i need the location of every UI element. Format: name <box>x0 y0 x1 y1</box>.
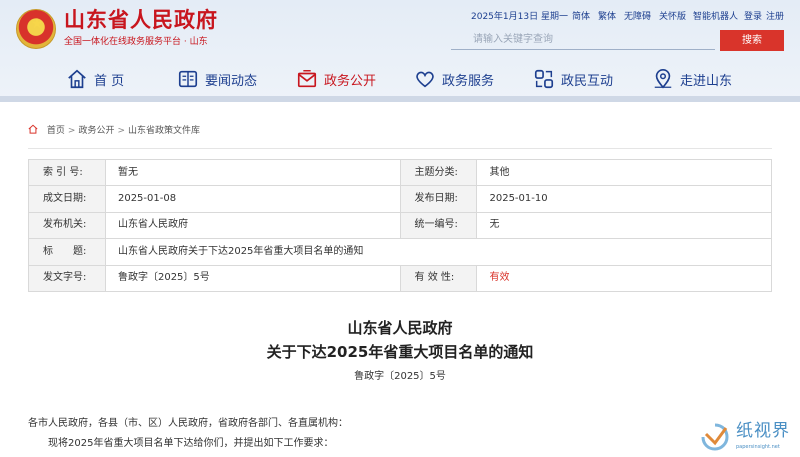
breadcrumb-home[interactable]: 首页 <box>47 126 65 136</box>
top-links: 2025年1月13日 星期一 简体 繁体 无障碍 关怀版 智能机器人 登录 注册 <box>0 0 800 30</box>
link-login[interactable]: 登录 <box>744 11 762 23</box>
map-pin-icon <box>654 69 672 89</box>
title-value: 山东省人民政府关于下达2025年省重大项目名单的通知 <box>104 238 773 266</box>
watermark-url: papersinsight.net <box>736 444 780 450</box>
docno-value: 鲁政字〔2025〕5号 <box>104 264 401 292</box>
unified-value: 无 <box>476 211 772 240</box>
created-label: 成文日期: <box>28 185 106 213</box>
issuer-label: 发布机关: <box>28 211 106 240</box>
news-icon <box>178 70 198 88</box>
nav-gov-affairs[interactable]: 政务公开 <box>296 62 376 96</box>
document-addressee: 各市人民政府，各县（市、区）人民政府，省政府各部门、各直属机构： <box>28 418 348 429</box>
index-label: 索 引 号: <box>28 158 106 187</box>
nav-divider <box>0 96 800 102</box>
breadcrumb-separator: > <box>117 126 125 136</box>
interaction-icon <box>534 69 554 89</box>
category-label: 主题分类: <box>399 158 478 187</box>
nav-gov-affairs-label: 政务公开 <box>324 73 377 89</box>
site-subtitle: 全国一体化在线政务服务平台 · 山东 <box>64 37 208 47</box>
home-icon <box>28 124 38 134</box>
document-number: 鲁政字〔2025〕5号 <box>354 371 446 382</box>
published-value: 2025-01-10 <box>476 185 772 213</box>
table-row: 发布机关: 山东省人民政府 统一编号: 无 <box>28 211 772 240</box>
breadcrumb-separator: > <box>67 126 76 136</box>
breadcrumb-divider <box>28 148 772 149</box>
breadcrumb-policy-library[interactable]: 山东省政策文件库 <box>128 126 200 136</box>
link-register[interactable]: 注册 <box>766 11 784 23</box>
document-title: 关于下达2025年省重大项目名单的通知 <box>266 343 534 361</box>
nav-interaction-label: 政民互动 <box>561 73 614 89</box>
index-value: 暂无 <box>104 158 401 187</box>
nav-news-label: 要闻动态 <box>205 73 258 89</box>
document-meta-table: 索 引 号: 暂无 主题分类: 其他 成文日期: 2025-01-08 发布日期… <box>28 158 773 292</box>
heart-icon <box>416 71 434 88</box>
title-label: 标 题: <box>28 238 106 266</box>
link-robot[interactable]: 智能机器人 <box>693 11 738 23</box>
document-paragraph: 现将2025年省重大项目名单下达给你们，并提出如下工作要求： <box>48 438 334 449</box>
search-button[interactable]: 搜索 <box>720 30 784 51</box>
nav-interaction[interactable]: 政民互动 <box>533 62 613 96</box>
unified-label: 统一编号: <box>399 211 478 240</box>
breadcrumb-gov-affairs[interactable]: 政务公开 <box>78 126 114 136</box>
nav-shandong-label: 走进山东 <box>680 73 733 89</box>
breadcrumb: 首页 > 政务公开 > 山东省政策文件库 <box>28 124 200 137</box>
site-header: ★ 山东省人民政府 全国一体化在线政务服务平台 · 山东 2025年1月13日 … <box>0 0 800 102</box>
link-simplified[interactable]: 简体 <box>572 11 590 23</box>
nav-shandong[interactable]: 走进山东 <box>652 62 732 96</box>
nav-home-label: 首 页 <box>94 73 125 89</box>
mail-icon <box>297 70 317 88</box>
watermark-text: 纸视界 <box>736 421 790 441</box>
nav-home[interactable]: 首 页 <box>66 62 124 96</box>
category-value: 其他 <box>476 158 772 187</box>
validity-label: 有 效 性: <box>399 264 478 292</box>
link-accessibility[interactable]: 无障碍 <box>624 11 651 23</box>
table-row: 成文日期: 2025-01-08 发布日期: 2025-01-10 <box>28 185 772 213</box>
docno-label: 发文字号: <box>28 264 106 292</box>
published-label: 发布日期: <box>399 185 478 213</box>
link-traditional[interactable]: 繁体 <box>598 11 616 23</box>
table-row: 索 引 号: 暂无 主题分类: 其他 <box>28 158 772 187</box>
watermark: 纸视界 papersinsight.net <box>700 420 800 457</box>
document-title-issuer: 山东省人民政府 <box>347 319 453 337</box>
created-value: 2025-01-08 <box>104 185 401 213</box>
main-nav: 首 页 要闻动态 政务公开 政务服务 政民互动 走进山东 <box>0 62 800 96</box>
nav-services-label: 政务服务 <box>442 73 495 89</box>
table-row: 标 题: 山东省人民政府关于下达2025年省重大项目名单的通知 <box>28 238 773 266</box>
watermark-logo-icon <box>701 423 729 451</box>
search-input[interactable]: 请输入关键字查询 <box>451 30 715 50</box>
current-date: 2025年1月13日 星期一 <box>471 12 568 22</box>
validity-value: 有效 <box>476 264 772 292</box>
link-care-version[interactable]: 关怀版 <box>659 11 686 23</box>
table-row: 发文字号: 鲁政字〔2025〕5号 有 效 性: 有效 <box>28 264 772 292</box>
nav-news[interactable]: 要闻动态 <box>177 62 257 96</box>
home-icon <box>68 69 86 89</box>
issuer-value: 山东省人民政府 <box>104 211 401 240</box>
nav-services[interactable]: 政务服务 <box>414 62 494 96</box>
